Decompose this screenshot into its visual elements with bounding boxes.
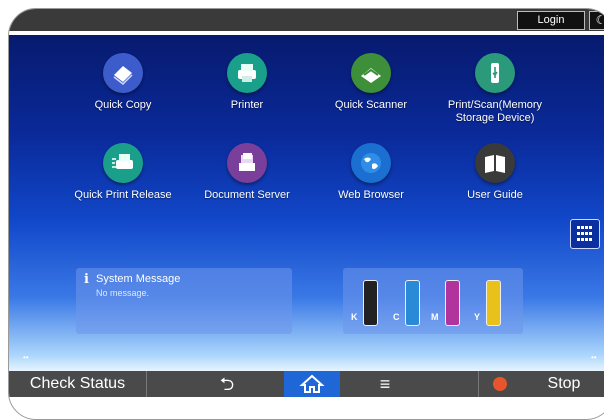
- app-quick-scanner[interactable]: Quick Scanner: [311, 53, 431, 112]
- toner-m: [445, 280, 460, 326]
- toner-label-k: K: [351, 312, 358, 322]
- app-printer[interactable]: Printer: [187, 53, 307, 112]
- grid-icon: [577, 226, 592, 241]
- app-quick-print-release[interactable]: Quick Print Release: [63, 143, 183, 202]
- toner-k: [363, 280, 378, 326]
- app-print-scan-memory[interactable]: Print/Scan(Memory Storage Device): [435, 53, 555, 125]
- app-list-button[interactable]: [570, 219, 600, 249]
- system-message-body: No message.: [96, 288, 150, 298]
- printer-icon: [227, 53, 267, 93]
- app-label: Web Browser: [338, 189, 404, 201]
- toner-label-c: C: [393, 312, 400, 322]
- page-indicator-left: ••: [23, 353, 29, 362]
- app-label: Document Server: [204, 189, 290, 201]
- app-label: Printer: [230, 99, 264, 111]
- home-button[interactable]: [284, 371, 340, 397]
- app-document-server[interactable]: Document Server: [187, 143, 307, 202]
- toner-c: [405, 280, 420, 326]
- scanner-icon: [351, 53, 391, 93]
- info-icon: i: [84, 272, 89, 287]
- app-label: Quick Scanner: [334, 99, 408, 111]
- toner-label-y: Y: [474, 312, 481, 322]
- app-web-browser[interactable]: Web Browser: [311, 143, 431, 202]
- bottom-navigation-bar: Check Status ⮌ ≡ Stop: [9, 371, 604, 397]
- toner-y: [486, 280, 501, 326]
- app-label: Quick Copy: [94, 99, 152, 111]
- toner-label-m: M: [431, 312, 439, 322]
- menu-icon[interactable]: ≡: [365, 371, 405, 397]
- separator: [478, 371, 479, 397]
- app-user-guide[interactable]: User Guide: [435, 143, 555, 202]
- app-label: User Guide: [467, 189, 523, 201]
- energy-saver-icon[interactable]: ☾: [589, 11, 604, 30]
- login-button[interactable]: Login: [517, 11, 585, 30]
- back-icon[interactable]: ⮌: [197, 371, 257, 397]
- stop-icon[interactable]: [493, 377, 507, 391]
- device-panel-frame: Login ☾ Quick Copy Printer Quick Scanner: [8, 8, 604, 420]
- usb-icon: [475, 53, 515, 93]
- page-indicator-right: ••: [591, 353, 597, 362]
- system-message-title: System Message: [96, 273, 181, 285]
- top-status-bar: Login ☾: [9, 9, 604, 31]
- print-release-icon: [103, 143, 143, 183]
- app-label: Quick Print Release: [74, 189, 172, 201]
- home-icon: [299, 374, 325, 393]
- check-status-button[interactable]: Check Status: [9, 371, 147, 397]
- system-message-widget[interactable]: i System Message No message.: [76, 268, 292, 334]
- app-label: Print/Scan(Memory Storage Device): [447, 99, 543, 124]
- copy-icon: [103, 53, 143, 93]
- document-server-icon: [227, 143, 267, 183]
- stop-button[interactable]: Stop: [529, 371, 599, 397]
- app-quick-copy[interactable]: Quick Copy: [63, 53, 183, 112]
- toner-level-widget[interactable]: K C M Y: [343, 268, 523, 334]
- home-screen: Quick Copy Printer Quick Scanner Print/S…: [9, 35, 604, 371]
- book-icon: [475, 143, 515, 183]
- globe-icon: [351, 143, 391, 183]
